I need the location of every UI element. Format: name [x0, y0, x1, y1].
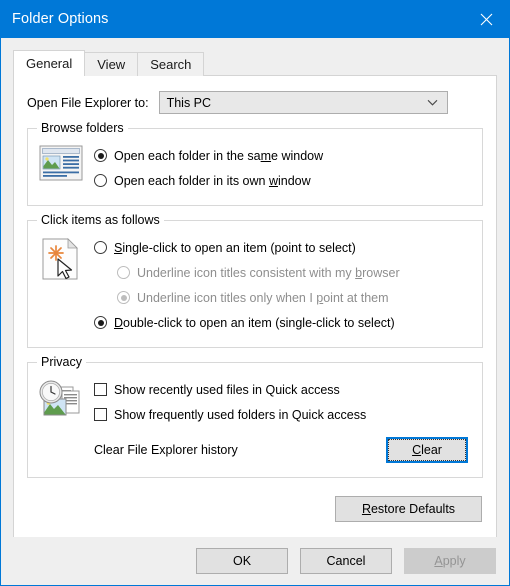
clear-history-label: Clear File Explorer history — [94, 443, 238, 457]
radio-underline-browser-label: Underline icon titles consistent with my… — [137, 265, 400, 280]
checkbox-recent-files[interactable]: Show recently used files in Quick access — [94, 377, 472, 402]
chevron-down-icon — [427, 95, 438, 109]
apply-button: Apply — [404, 548, 496, 574]
apply-button-label: Apply — [434, 554, 466, 568]
privacy-title: Privacy — [37, 355, 86, 369]
click-items-title: Click items as follows — [37, 213, 164, 227]
general-tab-panel: Open File Explorer to: This PC Browse fo… — [13, 75, 497, 575]
clear-button[interactable]: Clear — [386, 437, 468, 463]
document-pointer-icon — [28, 235, 94, 335]
radio-single-click-label: Single-click to open an item (point to s… — [114, 240, 356, 255]
radio-underline-browser-indicator — [117, 266, 130, 279]
checkbox-recent-files-label: Show recently used files in Quick access — [114, 382, 340, 397]
clear-button-label: Clear — [388, 439, 466, 461]
restore-defaults-row: Restore Defaults — [14, 496, 482, 522]
tab-view-label: View — [97, 57, 126, 72]
radio-own-window-label: Open each folder in its own window — [114, 173, 311, 188]
window-title: Folder Options — [12, 11, 109, 27]
window-preview-icon — [28, 143, 94, 193]
clear-history-row: Clear File Explorer history Clear — [94, 435, 472, 465]
tab-view[interactable]: View — [84, 52, 139, 76]
radio-own-window-indicator — [94, 174, 107, 187]
radio-single-click-indicator — [94, 241, 107, 254]
radio-underline-point-indicator — [117, 291, 130, 304]
title-bar: Folder Options — [1, 0, 509, 38]
open-explorer-value: This PC — [166, 95, 212, 110]
browse-folders-title: Browse folders — [37, 121, 128, 135]
radio-underline-browser: Underline icon titles consistent with my… — [94, 260, 472, 285]
restore-defaults-button[interactable]: Restore Defaults — [335, 496, 482, 522]
tab-general[interactable]: General — [13, 50, 86, 76]
tab-strip: General View Search — [13, 50, 509, 76]
checkbox-frequent-folders-indicator — [94, 408, 107, 421]
radio-double-click-indicator — [94, 316, 107, 329]
radio-double-click[interactable]: Double-click to open an item (single-cli… — [94, 310, 472, 335]
browse-folders-group: Browse folders Open each folder in the s… — [27, 121, 483, 206]
radio-underline-point-label: Underline icon titles only when I point … — [137, 290, 389, 305]
tab-search-label: Search — [150, 57, 192, 72]
checkbox-recent-files-indicator — [94, 383, 107, 396]
open-explorer-label: Open File Explorer to: — [27, 95, 149, 110]
ok-button[interactable]: OK — [196, 548, 288, 574]
cancel-button[interactable]: Cancel — [300, 548, 392, 574]
cancel-button-label: Cancel — [326, 554, 366, 568]
radio-own-window[interactable]: Open each folder in its own window — [94, 168, 472, 193]
tab-search[interactable]: Search — [137, 52, 205, 76]
radio-same-window[interactable]: Open each folder in the same window — [94, 143, 472, 168]
radio-underline-point: Underline icon titles only when I point … — [94, 285, 472, 310]
clock-documents-icon — [28, 377, 94, 465]
checkbox-frequent-folders-label: Show frequently used folders in Quick ac… — [114, 407, 367, 422]
dialog-footer: OK Cancel Apply — [1, 537, 509, 585]
radio-same-window-label: Open each folder in the same window — [114, 148, 324, 163]
click-items-group: Click items as follows Single-click to o… — [27, 213, 483, 348]
folder-options-dialog: Folder Options General View Search Open … — [0, 0, 510, 586]
radio-single-click[interactable]: Single-click to open an item (point to s… — [94, 235, 472, 260]
open-explorer-select[interactable]: This PC — [158, 91, 448, 114]
tab-general-label: General — [26, 56, 73, 71]
ok-button-label: OK — [232, 554, 252, 568]
checkbox-frequent-folders[interactable]: Show frequently used folders in Quick ac… — [94, 402, 472, 427]
radio-same-window-indicator — [94, 149, 107, 162]
radio-double-click-label: Double-click to open an item (single-cli… — [114, 315, 395, 330]
privacy-group: Privacy Show recently used files in Quic… — [27, 355, 483, 478]
close-icon[interactable] — [463, 0, 509, 38]
restore-defaults-label: Restore Defaults — [361, 502, 456, 516]
open-explorer-row: Open File Explorer to: This PC — [27, 91, 496, 114]
